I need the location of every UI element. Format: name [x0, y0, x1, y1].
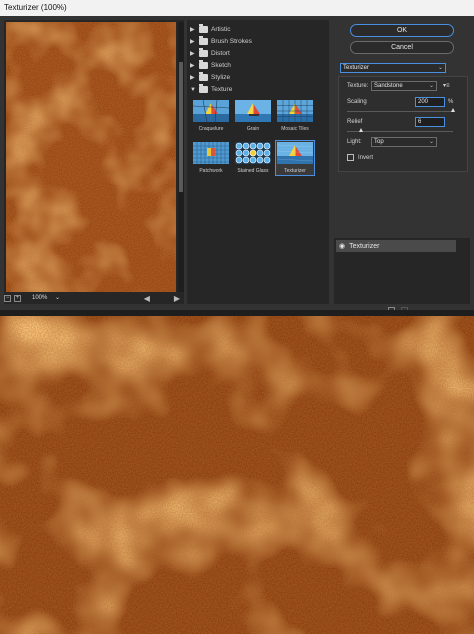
layer-label: Texturizer — [349, 242, 380, 250]
patchwork-thumbnail — [193, 142, 229, 164]
filter-label: Grain — [246, 126, 260, 132]
preview-image[interactable] — [6, 22, 176, 292]
cancel-button[interactable]: Cancel — [350, 41, 454, 54]
filter-select-value: Texturizer — [343, 65, 370, 71]
preview-vertical-scrollbar[interactable] — [178, 22, 184, 292]
open-folder-icon — [199, 84, 208, 93]
folder-icon — [199, 36, 208, 45]
invert-checkbox[interactable] — [347, 154, 354, 161]
mosaic-tiles-thumbnail — [277, 100, 313, 122]
filter-thumb-texturizer[interactable]: Texturizer — [275, 140, 315, 176]
expand-triangle-icon: ▶ — [190, 27, 195, 33]
preview-panel — [4, 20, 184, 304]
folder-icon — [199, 24, 208, 33]
texture-menu-icon[interactable]: ▾≡ — [443, 82, 450, 89]
chevron-down-icon: ⌄ — [54, 294, 60, 301]
filter-label: Texturizer — [284, 168, 306, 174]
scaling-input[interactable]: 200 — [415, 97, 445, 107]
zoom-value: 100% — [32, 294, 48, 301]
effect-layer-row[interactable]: ◉ Texturizer — [336, 240, 456, 252]
folder-icon — [199, 60, 208, 69]
stained-glass-thumbnail — [235, 142, 271, 164]
relief-slider-handle[interactable] — [359, 128, 363, 132]
expand-triangle-icon: ▶ — [190, 75, 195, 81]
filter-label: Mosaic Tiles — [281, 126, 309, 132]
filter-thumb-craquelure[interactable]: Craquelure — [191, 99, 231, 132]
category-distort[interactable]: ▶ Distort — [190, 48, 230, 59]
category-label: Brush Strokes — [211, 38, 252, 45]
window-title: Texturizer (100%) — [0, 0, 474, 16]
zoom-in-button[interactable]: + — [14, 294, 21, 302]
relief-input[interactable]: 6 — [415, 117, 445, 127]
filter-thumb-mosaic-tiles[interactable]: Mosaic Tiles — [275, 100, 315, 132]
texturizer-thumbnail — [276, 142, 314, 164]
scaling-slider-handle[interactable] — [451, 108, 455, 112]
texture-label: Texture: — [347, 83, 369, 89]
texture-select[interactable]: Sandstone ⌄ — [371, 81, 437, 91]
chevron-down-icon: ⌄ — [428, 139, 434, 145]
chevron-down-icon: ⌄ — [428, 83, 434, 89]
folder-icon — [199, 48, 208, 57]
scroll-right-icon[interactable]: ▶ — [174, 294, 180, 303]
expand-triangle-icon: ▶ — [190, 51, 195, 57]
filter-gallery: ▶ Artistic ▶ Brush Strokes ▶ Distort ▶ Sketc… — [187, 20, 329, 304]
scroll-left-icon[interactable]: ◀ — [144, 294, 150, 303]
light-value: Top — [374, 139, 384, 145]
category-sketch[interactable]: ▶ Sketch — [190, 60, 231, 71]
filter-select[interactable]: Texturizer ⌄ — [340, 63, 446, 73]
craquelure-thumbnail — [192, 99, 230, 123]
filter-settings-panel: Texture: Sandstone ⌄ ▾≡ Scaling 200 % Re… — [338, 76, 468, 172]
category-label: Artistic — [211, 26, 231, 33]
scaling-slider[interactable] — [347, 111, 453, 112]
invert-label: Invert — [358, 155, 374, 161]
category-label: Stylize — [211, 74, 231, 81]
ok-button[interactable]: OK — [350, 24, 454, 37]
category-texture[interactable]: ▼ Texture — [190, 84, 232, 95]
zoom-select[interactable]: 100% ⌄ — [30, 294, 62, 303]
filter-thumb-patchwork[interactable]: Patchwork — [191, 142, 231, 174]
texture-value: Sandstone — [374, 83, 403, 89]
filter-label: Patchwork — [199, 168, 223, 174]
filter-dialog: − + 100% ⌄ ◀ ▶ ▶ Artistic ▶ Brush Strokes … — [0, 16, 474, 314]
expand-triangle-icon: ▶ — [190, 39, 195, 45]
chevron-down-icon: ⌄ — [437, 65, 443, 71]
filter-thumb-grain[interactable]: Grain — [233, 100, 273, 132]
filter-label: Stained Glass — [237, 168, 269, 174]
scaling-unit: % — [448, 99, 454, 105]
category-stylize[interactable]: ▶ Stylize — [190, 72, 230, 83]
category-label: Sketch — [211, 62, 231, 69]
preview-horizontal-scroll: ◀ ▶ — [144, 294, 180, 303]
folder-icon — [199, 72, 208, 81]
category-label: Distort — [211, 50, 230, 57]
expand-triangle-icon: ▶ — [190, 63, 195, 69]
collapse-triangle-icon: ▼ — [190, 86, 196, 93]
filter-thumb-stained-glass[interactable]: Stained Glass — [233, 142, 273, 174]
canvas-image — [0, 316, 474, 634]
zoom-out-button[interactable]: − — [4, 294, 11, 302]
light-label: Light: — [347, 139, 362, 145]
effect-layers-panel: ◉ Texturizer — [334, 238, 470, 304]
category-label: Texture — [211, 86, 233, 93]
scrollbar-thumb[interactable] — [179, 62, 183, 192]
grain-thumbnail — [235, 100, 271, 122]
preview-footer: − + 100% ⌄ ◀ ▶ — [4, 292, 180, 304]
light-select[interactable]: Top ⌄ — [371, 137, 437, 147]
scaling-label: Scaling — [347, 99, 367, 105]
category-brush-strokes[interactable]: ▶ Brush Strokes — [190, 36, 252, 47]
relief-label: Relief — [347, 119, 363, 125]
category-artistic[interactable]: ▶ Artistic — [190, 24, 231, 35]
eye-icon[interactable]: ◉ — [339, 242, 345, 250]
filter-label: Craquelure — [198, 126, 224, 132]
